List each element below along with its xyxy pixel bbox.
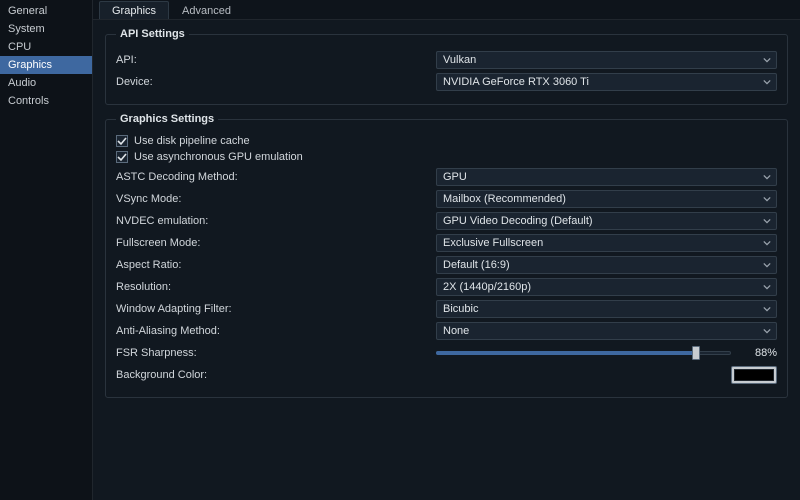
api-label: API: <box>116 54 436 66</box>
chevron-down-icon <box>762 172 772 182</box>
sidebar-item-audio[interactable]: Audio <box>0 74 92 92</box>
chevron-down-icon <box>762 55 772 65</box>
graphics-settings-legend: Graphics Settings <box>116 113 218 125</box>
sidebar-item-controls[interactable]: Controls <box>0 92 92 110</box>
slider-thumb[interactable] <box>692 346 700 360</box>
nvdec-select[interactable]: GPU Video Decoding (Default) <box>436 212 777 230</box>
aspect-row: Aspect Ratio: Default (16:9) <box>116 255 777 275</box>
fsr-sharpness-value: 88% <box>741 347 777 359</box>
sidebar-item-label: Controls <box>8 95 49 107</box>
sidebar-item-system[interactable]: System <box>0 20 92 38</box>
device-label: Device: <box>116 76 436 88</box>
sidebar-item-general[interactable]: General <box>0 2 92 20</box>
select-value: Bicubic <box>443 303 478 315</box>
chevron-down-icon <box>762 282 772 292</box>
app-root: General System CPU Graphics Audio Contro… <box>0 0 800 500</box>
select-value: 2X (1440p/2160p) <box>443 281 531 293</box>
select-value: Exclusive Fullscreen <box>443 237 543 249</box>
settings-panel: API Settings API: Vulkan Device: NVI <box>93 20 800 418</box>
resolution-row: Resolution: 2X (1440p/2160p) <box>116 277 777 297</box>
chevron-down-icon <box>762 304 772 314</box>
async-gpu-checkbox[interactable]: Use asynchronous GPU emulation <box>116 151 777 163</box>
chevron-down-icon <box>762 194 772 204</box>
api-row: API: Vulkan <box>116 50 777 70</box>
api-settings-legend: API Settings <box>116 28 189 40</box>
sidebar: General System CPU Graphics Audio Contro… <box>0 0 93 500</box>
aspect-select[interactable]: Default (16:9) <box>436 256 777 274</box>
chevron-down-icon <box>762 77 772 87</box>
select-value: GPU <box>443 171 467 183</box>
chevron-down-icon <box>762 238 772 248</box>
main-area: Graphics Advanced API Settings API: Vulk… <box>93 0 800 500</box>
anti-aliasing-row: Anti-Aliasing Method: None <box>116 321 777 341</box>
sidebar-item-cpu[interactable]: CPU <box>0 38 92 56</box>
resolution-select[interactable]: 2X (1440p/2160p) <box>436 278 777 296</box>
tab-label: Advanced <box>182 5 231 17</box>
window-adapting-filter-row: Window Adapting Filter: Bicubic <box>116 299 777 319</box>
slider-fill <box>436 351 696 355</box>
anti-aliasing-select[interactable]: None <box>436 322 777 340</box>
fullscreen-label: Fullscreen Mode: <box>116 237 436 249</box>
tab-label: Graphics <box>112 5 156 17</box>
sidebar-item-label: General <box>8 5 47 17</box>
tab-bar: Graphics Advanced <box>93 0 800 20</box>
checkbox-icon <box>116 135 128 147</box>
checkbox-label: Use asynchronous GPU emulation <box>134 151 303 163</box>
fsr-sharpness-row: FSR Sharpness: 88% <box>116 343 777 363</box>
fullscreen-select[interactable]: Exclusive Fullscreen <box>436 234 777 252</box>
sidebar-item-label: Graphics <box>8 59 52 71</box>
graphics-settings-group: Graphics Settings Use disk pipeline cach… <box>105 113 788 398</box>
device-row: Device: NVIDIA GeForce RTX 3060 Ti <box>116 72 777 92</box>
background-color-label: Background Color: <box>116 369 436 381</box>
astc-label: ASTC Decoding Method: <box>116 171 436 183</box>
select-value: GPU Video Decoding (Default) <box>443 215 593 227</box>
vsync-label: VSync Mode: <box>116 193 436 205</box>
sidebar-item-label: Audio <box>8 77 36 89</box>
vsync-row: VSync Mode: Mailbox (Recommended) <box>116 189 777 209</box>
chevron-down-icon <box>762 216 772 226</box>
device-select[interactable]: NVIDIA GeForce RTX 3060 Ti <box>436 73 777 91</box>
resolution-label: Resolution: <box>116 281 436 293</box>
chevron-down-icon <box>762 260 772 270</box>
vsync-select[interactable]: Mailbox (Recommended) <box>436 190 777 208</box>
sidebar-item-graphics[interactable]: Graphics <box>0 56 92 74</box>
sidebar-item-label: System <box>8 23 45 35</box>
select-value: Mailbox (Recommended) <box>443 193 566 205</box>
window-adapting-filter-select[interactable]: Bicubic <box>436 300 777 318</box>
tab-advanced[interactable]: Advanced <box>169 1 244 19</box>
select-value: NVIDIA GeForce RTX 3060 Ti <box>443 76 589 88</box>
nvdec-label: NVDEC emulation: <box>116 215 436 227</box>
select-value: Vulkan <box>443 54 476 66</box>
disk-cache-checkbox[interactable]: Use disk pipeline cache <box>116 135 777 147</box>
aspect-label: Aspect Ratio: <box>116 259 436 271</box>
window-adapting-filter-label: Window Adapting Filter: <box>116 303 436 315</box>
fullscreen-row: Fullscreen Mode: Exclusive Fullscreen <box>116 233 777 253</box>
chevron-down-icon <box>762 326 772 336</box>
fsr-sharpness-slider[interactable] <box>436 346 731 360</box>
background-color-picker[interactable] <box>731 366 777 384</box>
astc-select[interactable]: GPU <box>436 168 777 186</box>
nvdec-row: NVDEC emulation: GPU Video Decoding (Def… <box>116 211 777 231</box>
color-swatch <box>734 369 774 381</box>
select-value: Default (16:9) <box>443 259 510 271</box>
checkbox-icon <box>116 151 128 163</box>
anti-aliasing-label: Anti-Aliasing Method: <box>116 325 436 337</box>
tab-graphics[interactable]: Graphics <box>99 1 169 19</box>
api-select[interactable]: Vulkan <box>436 51 777 69</box>
select-value: None <box>443 325 469 337</box>
api-settings-group: API Settings API: Vulkan Device: NVI <box>105 28 788 105</box>
checkbox-label: Use disk pipeline cache <box>134 135 250 147</box>
background-color-row: Background Color: <box>116 365 777 385</box>
fsr-sharpness-label: FSR Sharpness: <box>116 347 436 359</box>
astc-row: ASTC Decoding Method: GPU <box>116 167 777 187</box>
sidebar-item-label: CPU <box>8 41 31 53</box>
